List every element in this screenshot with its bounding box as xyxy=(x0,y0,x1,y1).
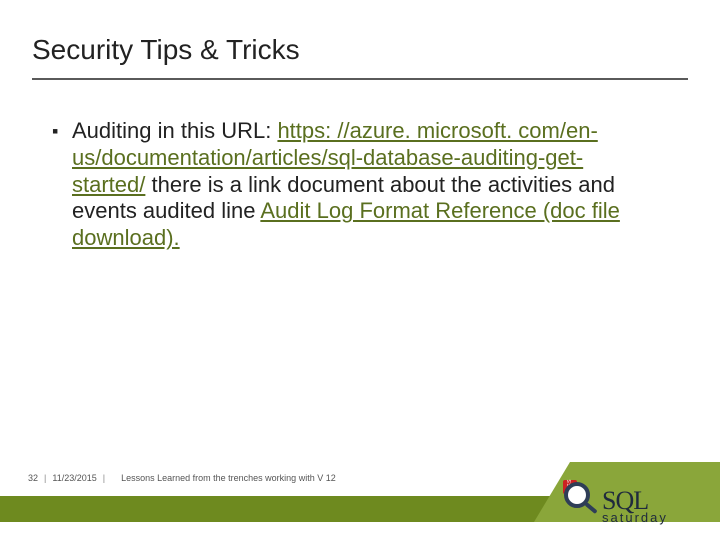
footer-sep-1: | xyxy=(44,473,46,483)
event-tag: #459 | MADRID 2015 xyxy=(617,527,702,536)
footer-date: 11/23/2015 xyxy=(52,473,96,483)
magnifier-handle-icon xyxy=(584,502,597,514)
sql-saturday-logo: PASS SQL saturday xyxy=(562,452,702,524)
footer-bar: 32 | 11/23/2015 | Lessons Learned from t… xyxy=(0,468,500,488)
logo-saturday: saturday xyxy=(602,512,668,524)
magnifier-lock-icon: PASS xyxy=(562,478,596,524)
title-underline xyxy=(32,78,688,80)
footer-sep-2: | xyxy=(103,473,105,483)
logo-sql: SQL xyxy=(602,489,668,512)
slide-title: Security Tips & Tricks xyxy=(32,34,300,66)
logo-text: SQL saturday xyxy=(602,489,668,524)
bullet-text: Auditing in this URL: https: //azure. mi… xyxy=(72,118,652,252)
page-number: 32 xyxy=(28,473,38,483)
bullet-marker: ▪ xyxy=(52,118,72,145)
footer-subtitle: Lessons Learned from the trenches workin… xyxy=(121,473,336,483)
slide: Security Tips & Tricks ▪ Auditing in thi… xyxy=(0,0,720,540)
bullet-lead: Auditing in this URL: xyxy=(72,118,277,143)
content-area: ▪ Auditing in this URL: https: //azure. … xyxy=(52,118,652,252)
bullet-item: ▪ Auditing in this URL: https: //azure. … xyxy=(52,118,652,252)
